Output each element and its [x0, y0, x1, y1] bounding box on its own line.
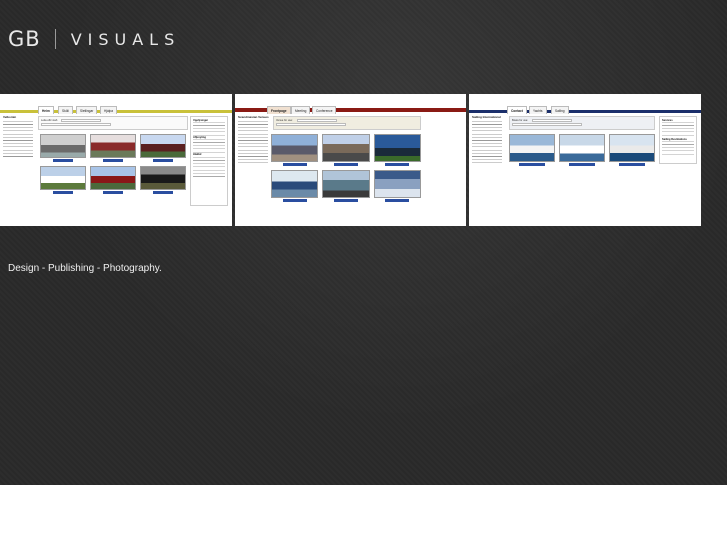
thumb3-search-label: Boats for use:: [512, 118, 529, 122]
thumb2-caption-mark: [385, 199, 410, 202]
thumb1-caption-mark: [153, 191, 173, 194]
thumb3-caption-mark: [619, 163, 645, 166]
thumb3-photo-grid: [509, 134, 655, 166]
thumb1-sidebar-text: [3, 121, 33, 158]
thumb2-photo: [271, 170, 319, 198]
thumb2-caption-mark: [282, 199, 307, 202]
thumb1-tabs: Heim Sköli Sletlingar Hjálpa: [0, 104, 232, 114]
portfolio-thumbnail-1[interactable]: Heim Sköli Sletlingar Hjálpa Velkomin Le…: [0, 94, 232, 226]
site-tagline: Design - Publishing - Photography.: [8, 263, 162, 274]
thumb2-photo-cell: [373, 134, 421, 166]
thumb2-photo: [322, 170, 370, 198]
thumb1-photo: [90, 134, 136, 158]
thumb2-tabs: Frontpage Meeting Conference: [235, 104, 466, 114]
thumb1-photo-cell: [140, 134, 186, 162]
thumb1-photo-cell: [90, 134, 136, 162]
thumb1-right-text-2: [193, 139, 225, 154]
thumb3-tab-2: Yachts: [529, 106, 547, 114]
thumb2-photo: [373, 134, 421, 162]
thumb2-search-field-2: [276, 122, 346, 126]
thumb1-photo-cell: [140, 166, 186, 194]
thumb2-photo-cell: [271, 170, 319, 202]
thumb1-tab-2: Sköli: [58, 106, 73, 114]
thumb2-search-field: [296, 118, 337, 122]
thumb3-search-panel: Boats for use:: [509, 116, 655, 130]
portfolio-thumbnail-2[interactable]: Frontpage Meeting Conference Scandinavia…: [235, 94, 466, 226]
thumb1-caption-mark: [103, 191, 123, 194]
thumb1-caption-mark: [53, 159, 73, 162]
portfolio-thumbnail-3[interactable]: Contact Yachts Sailing Sailing Internati…: [469, 94, 701, 226]
thumb1-photo-cell: [90, 166, 136, 194]
thumb1-tab-4: Hjálpa: [100, 106, 118, 114]
thumb1-photo: [40, 134, 86, 158]
thumb2-photo-cell: [322, 134, 370, 166]
thumb1-search-panel: Leita eftir stað: [38, 116, 188, 130]
thumb1-search-field-2: [41, 122, 111, 126]
thumb2-caption-mark: [282, 163, 307, 166]
thumb3-search-field: [532, 118, 573, 122]
thumb1-caption-mark: [103, 159, 123, 162]
thumb1-photo: [140, 134, 186, 158]
thumb1-photo: [40, 166, 86, 190]
thumb3-photo-cell: [609, 134, 655, 166]
page-background: GB VISUALS Heim Sköli Sletlingar Hjálpa …: [0, 0, 727, 485]
thumb3-search-field-2: [512, 122, 582, 126]
thumb2-photo: [322, 134, 370, 162]
thumb1-right-panel: Upplýsingar Afþreyting Hlekkir: [190, 116, 228, 206]
thumb3-sidebar: Sailing International: [472, 115, 504, 166]
thumb2-caption-mark: [333, 199, 358, 202]
thumb1-photo-cell: [40, 166, 86, 194]
thumb2-sidebar: Scandinavian Venues: [238, 115, 270, 164]
thumb1-tab-1: Heim: [38, 106, 54, 114]
thumb2-tab-3: Conference: [312, 106, 337, 114]
thumb3-caption-mark: [519, 163, 545, 166]
logo-divider: [54, 29, 56, 49]
thumb2-sidebar-text: [238, 121, 268, 164]
logo-visuals-text: VISUALS: [70, 29, 181, 49]
thumb2-tab-2: Meeting: [291, 106, 311, 114]
site-logo[interactable]: GB VISUALS: [8, 26, 180, 52]
thumb1-caption-mark: [153, 159, 173, 162]
thumb1-photo-cell: [40, 134, 86, 162]
thumb2-photo-grid: [271, 134, 421, 202]
thumb1-sidebar-title: Velkomin: [3, 115, 17, 119]
thumb2-sidebar-title: Scandinavian Venues: [238, 115, 269, 119]
logo-gb-text: GB: [8, 27, 41, 51]
thumb3-photo: [509, 134, 555, 162]
thumb2-caption-mark: [333, 163, 358, 166]
thumb2-search-label: Venue for use:: [276, 118, 293, 122]
thumb2-search-panel: Venue for use:: [273, 116, 421, 130]
thumb3-tab-1: Contact: [507, 106, 527, 114]
thumb1-caption-mark: [53, 191, 73, 194]
thumb3-photo: [609, 134, 655, 162]
thumb3-right-text-1: [662, 122, 694, 139]
thumb2-photo: [271, 134, 319, 162]
thumb2-photo-cell: [373, 170, 421, 202]
thumb3-sidebar-text: [472, 121, 502, 166]
thumb2-tab-1: Frontpage: [267, 106, 291, 114]
thumb1-photo-grid: [40, 134, 186, 194]
thumb1-search-field: [61, 118, 102, 122]
thumb3-photo: [559, 134, 605, 162]
thumb1-right-text-1: [193, 122, 225, 137]
thumb3-right-text-2: [662, 141, 694, 158]
thumb2-caption-mark: [385, 163, 410, 166]
thumb1-right-text-3: [193, 156, 225, 177]
thumb3-sidebar-title: Sailing International: [472, 115, 501, 119]
thumb1-photo: [90, 166, 136, 190]
thumb3-tabs: Contact Yachts Sailing: [469, 104, 701, 114]
thumb1-sidebar: Velkomin: [3, 115, 35, 158]
thumb2-photo-cell: [271, 134, 319, 166]
thumb2-photo-cell: [322, 170, 370, 202]
thumb1-search-label: Leita eftir stað: [41, 118, 58, 122]
thumb2-photo: [373, 170, 421, 198]
thumb3-tab-3: Sailing: [551, 106, 569, 114]
thumb1-tab-3: Sletlingar: [76, 106, 98, 114]
thumb3-caption-mark: [569, 163, 595, 166]
thumb3-photo-cell: [559, 134, 605, 166]
thumb3-right-panel: Services Sailing Destinations: [659, 116, 697, 164]
thumb1-photo: [140, 166, 186, 190]
thumb3-photo-cell: [509, 134, 555, 166]
